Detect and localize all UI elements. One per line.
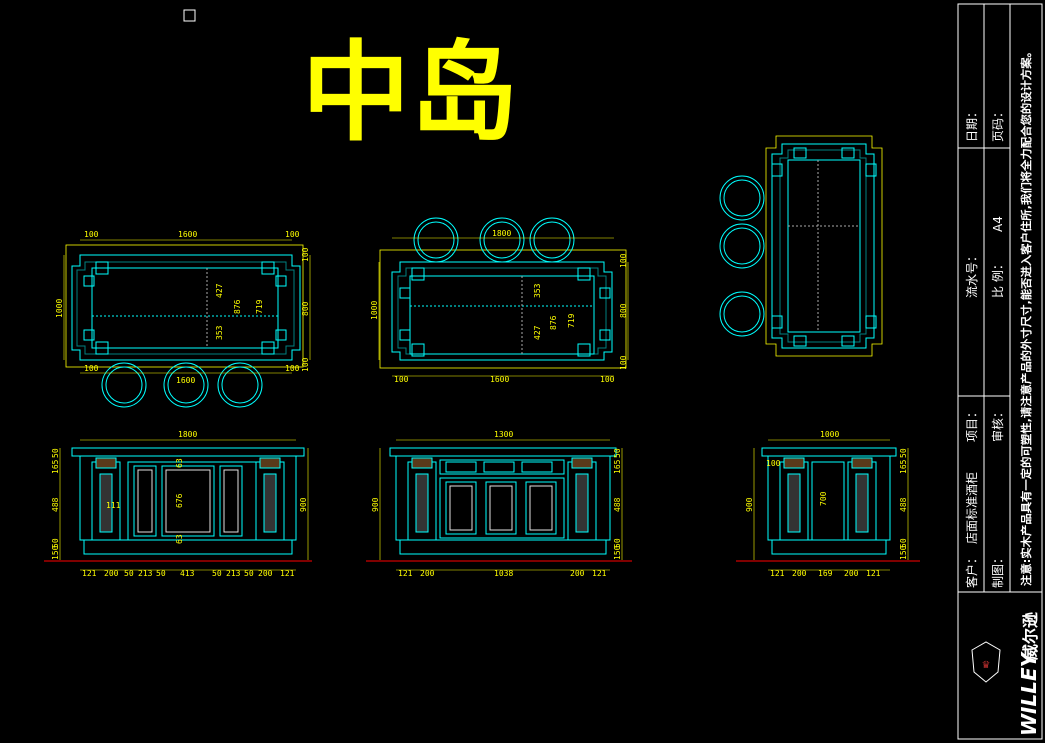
disclaimer-note: 注意:实木产品具有一定的可塑性,请注意产品的外寸尺寸,能否进入客户住所,我们将全…	[1019, 46, 1033, 586]
scale-label: 比 例：	[991, 258, 1005, 298]
dim-text: 165	[613, 459, 622, 474]
dim-text: 213	[226, 569, 241, 578]
dim-text: 200	[420, 569, 435, 578]
page-label: 页码：	[991, 106, 1005, 142]
dim-text: 50	[244, 569, 254, 578]
dim-text: 169	[818, 569, 833, 578]
elev1-bottom-dims: 121 200 50 213 50 413 50 213 50 200 121	[82, 569, 295, 578]
dim-text: 719	[255, 299, 264, 314]
dim-text: 413	[180, 569, 195, 578]
dim-text: 50	[613, 448, 622, 458]
crest-icon: ♛	[982, 660, 991, 671]
dim-text: 1800	[178, 430, 197, 439]
dim-text: 50	[156, 569, 166, 578]
brand-name-cn: 威尔逊	[1021, 612, 1040, 660]
dim-text: 121	[866, 569, 881, 578]
dim-text: 50	[124, 569, 134, 578]
dim-text: 353	[533, 283, 542, 298]
dim-text: 200	[258, 569, 273, 578]
dim-text: 876	[233, 299, 242, 314]
dim-text: 150	[613, 545, 622, 560]
dim-text: 1600	[490, 375, 509, 384]
background	[0, 0, 1045, 743]
dim-text: 100	[285, 364, 300, 373]
dim-text: 100	[600, 375, 615, 384]
dim-text: 1800	[492, 229, 511, 238]
dim-text: 800	[619, 303, 628, 318]
serial-label: 流水号：	[965, 250, 979, 298]
dim-text: 150	[51, 545, 60, 560]
dim-text: 100	[84, 230, 99, 239]
dim-text: 100	[301, 247, 310, 262]
dim-text: 121	[770, 569, 785, 578]
dim-text: 100	[285, 230, 300, 239]
dim-text: 150	[899, 545, 908, 560]
dim-text: 100	[766, 459, 781, 468]
dim-text: 100	[84, 364, 99, 373]
date-label: 日期：	[965, 106, 979, 142]
item-label: 项目：	[965, 406, 979, 442]
dim-text: 200	[104, 569, 119, 578]
dim-text: 213	[138, 569, 153, 578]
drawing-title: 中岛	[302, 31, 518, 156]
dim-text: 1038	[494, 569, 513, 578]
dim-text: 1600	[176, 376, 195, 385]
dim-text: 800	[301, 301, 310, 316]
dim-text: 111	[106, 501, 121, 510]
cad-drawing-canvas[interactable]: 中岛 100 1600 100 1000 100 800 100 427 876…	[0, 0, 1045, 743]
dim-text: 165	[899, 459, 908, 474]
dim-text: 63	[175, 534, 184, 544]
dim-text: 50	[212, 569, 222, 578]
dim-text: 100	[619, 253, 628, 268]
dim-text: 121	[280, 569, 295, 578]
dim-text: 121	[82, 569, 97, 578]
dim-text: 876	[549, 315, 558, 330]
dim-text: 427	[215, 283, 224, 298]
dim-text: 719	[567, 313, 576, 328]
dim-text: 100	[394, 375, 409, 384]
dim-text: 900	[745, 497, 754, 512]
project-name: 店面标准酒柜	[965, 472, 979, 544]
client-label: 客户：	[964, 552, 979, 588]
scale-value: A4	[991, 216, 1005, 232]
dim-text: 488	[51, 497, 60, 512]
dim-text: 488	[613, 497, 622, 512]
dim-text: 900	[299, 497, 308, 512]
dim-text: 676	[175, 493, 184, 508]
drawn-by-label: 制图：	[991, 552, 1005, 588]
dim-text: 63	[175, 458, 184, 468]
dim-text: 200	[792, 569, 807, 578]
dim-text: 100	[619, 355, 628, 370]
dim-text: 50	[51, 448, 60, 458]
dim-text: 121	[592, 569, 607, 578]
dim-text: 200	[844, 569, 859, 578]
dim-text: 1600	[178, 230, 197, 239]
dim-text: 427	[533, 325, 542, 340]
dim-text: 200	[570, 569, 585, 578]
dim-text: 1000	[820, 430, 839, 439]
dim-text: 1300	[494, 430, 513, 439]
reviewed-by-label: 审核：	[990, 406, 1005, 442]
dim-text: 1000	[370, 301, 379, 320]
dim-text: 1000	[55, 299, 64, 318]
dim-text: 121	[398, 569, 413, 578]
dim-text: 50	[899, 448, 908, 458]
dim-text: 100	[301, 357, 310, 372]
dim-text: 900	[371, 497, 380, 512]
dim-text: 353	[215, 325, 224, 340]
dim-text: 488	[899, 497, 908, 512]
brand-name-en: WILLEY	[1017, 650, 1041, 736]
dim-text: 165	[51, 459, 60, 474]
dim-text: 700	[819, 491, 828, 506]
